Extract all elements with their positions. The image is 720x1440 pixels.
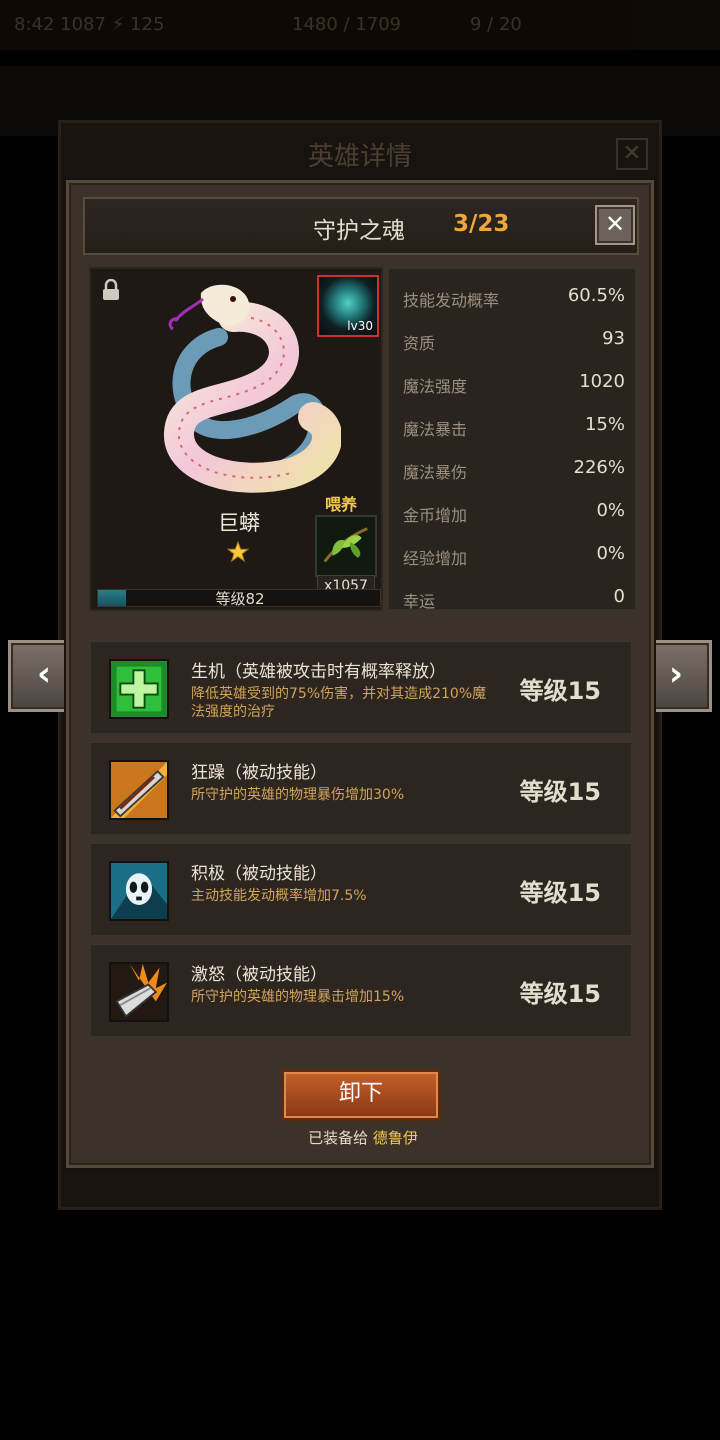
background-title: 英雄详情 bbox=[307, 142, 412, 172]
skill-description: 所守护的英雄的物理暴击增加15% bbox=[191, 989, 405, 1005]
skill-orb-icon[interactable]: lv30 bbox=[317, 275, 379, 337]
skill-level: 等级15 bbox=[519, 677, 601, 705]
skill-row[interactable]: 积极（被动技能） 主动技能发动概率增加7.5% 等级15 bbox=[89, 841, 633, 937]
feed-label: 喂养 bbox=[325, 495, 358, 514]
stat-label: 资质 bbox=[403, 334, 436, 353]
stat-label: 魔法强度 bbox=[403, 377, 468, 396]
flaming-blade-icon[interactable] bbox=[109, 962, 169, 1022]
stat-label: 幸运 bbox=[403, 592, 436, 611]
level-progress-bar: 等级82 bbox=[97, 589, 381, 608]
hero-panel: lv30 巨蟒 喂养 x1057 等级82 bbox=[89, 267, 383, 611]
dialog-header: 守护之魂 3/23 bbox=[83, 197, 639, 255]
stat-label: 魔法暴伤 bbox=[403, 463, 468, 482]
sword-rage-icon[interactable] bbox=[109, 760, 169, 820]
unequip-button[interactable]: 卸下 bbox=[281, 1069, 441, 1121]
stat-value: 60.5% bbox=[567, 285, 625, 306]
dialog-title: 守护之魂 bbox=[313, 218, 405, 244]
status-bar: 8:42 1087 ⚡ 125 1480 / 1709 9 / 20 bbox=[0, 0, 720, 50]
stat-value: 226% bbox=[573, 457, 625, 478]
stats-panel: 技能发动概率 60.5% 资质 93 魔法强度 1020 魔法暴击 15% 魔法暴伤 226% 金币… bbox=[387, 267, 637, 611]
skill-name: 狂躁（被动技能） bbox=[191, 763, 327, 783]
stat-row: 魔法暴伤 226% bbox=[389, 447, 639, 490]
skill-description: 主动技能发动概率增加7.5% bbox=[191, 888, 367, 904]
stat-label: 经验增加 bbox=[403, 549, 468, 568]
stat-label: 魔法暴击 bbox=[403, 420, 468, 439]
stat-value: 0% bbox=[596, 543, 625, 564]
stat-row: 魔法暴击 15% bbox=[389, 404, 639, 447]
star-icon bbox=[227, 541, 249, 563]
stat-label: 技能发动概率 bbox=[403, 291, 500, 310]
hero-level: 等级82 bbox=[215, 590, 265, 608]
equipped-prefix: 已装备给 bbox=[308, 1129, 369, 1147]
skill-description: 所守护的英雄的物理暴伤增加30% bbox=[191, 787, 405, 803]
background-close-icon: ✕ bbox=[616, 138, 648, 170]
status-mid: 1480 / 1709 bbox=[292, 14, 402, 35]
soul-count: 3/23 bbox=[453, 211, 510, 237]
stat-row: 技能发动概率 60.5% bbox=[389, 275, 639, 318]
skill-row[interactable]: 生机（英雄被攻击时有概率释放） 降低英雄受到的75%伤害，并对其造成210%魔法强… bbox=[89, 639, 633, 735]
stat-value: 1020 bbox=[579, 371, 625, 392]
guardian-soul-dialog: 守护之魂 3/23 ✕ lv30 巨蟒 喂养 x1057 等级82 技能发动概率… bbox=[66, 180, 654, 1168]
skill-level: 等级15 bbox=[519, 980, 601, 1008]
lock-icon[interactable] bbox=[101, 279, 121, 301]
heal-cross-icon[interactable] bbox=[109, 659, 169, 719]
skill-row[interactable]: 激怒（被动技能） 所守护的英雄的物理暴击增加15% 等级15 bbox=[89, 942, 633, 1038]
stat-value: 0% bbox=[596, 500, 625, 521]
ghost-mask-icon[interactable] bbox=[109, 861, 169, 921]
stat-value: 15% bbox=[584, 414, 625, 435]
skill-orb-level: lv30 bbox=[347, 319, 373, 333]
feed-item-button[interactable] bbox=[315, 515, 377, 577]
skill-description: 降低英雄受到的75%伤害，并对其造成210%魔法强度的治疗 bbox=[191, 686, 487, 720]
stat-value: 0 bbox=[613, 586, 625, 607]
status-left: 8:42 1087 ⚡ 125 bbox=[14, 14, 165, 35]
skill-name: 生机（英雄被攻击时有概率释放） bbox=[191, 662, 446, 682]
skill-level: 等级15 bbox=[519, 778, 601, 806]
stat-label: 金币增加 bbox=[403, 506, 468, 525]
skill-name: 激怒（被动技能） bbox=[191, 965, 327, 985]
equipped-hero: 德鲁伊 bbox=[372, 1129, 418, 1147]
stat-row: 金币增加 0% bbox=[389, 490, 639, 533]
skill-level: 等级15 bbox=[519, 879, 601, 907]
hero-name: 巨蟒 bbox=[218, 511, 260, 535]
status-right: 9 / 20 bbox=[470, 14, 522, 35]
stat-row: 经验增加 0% bbox=[389, 533, 639, 576]
stat-row: 资质 93 bbox=[389, 318, 639, 361]
skill-name: 积极（被动技能） bbox=[191, 864, 327, 884]
giant-python-image bbox=[164, 284, 341, 493]
stat-row: 幸运 0 bbox=[389, 576, 639, 619]
equipped-info: 已装备给 德鲁伊 bbox=[69, 1127, 657, 1148]
herb-leaf-icon bbox=[323, 527, 368, 563]
close-button[interactable]: ✕ bbox=[595, 205, 635, 245]
stat-value: 93 bbox=[602, 328, 625, 349]
stat-row: 魔法强度 1020 bbox=[389, 361, 639, 404]
skill-row[interactable]: 狂躁（被动技能） 所守护的英雄的物理暴伤增加30% 等级15 bbox=[89, 740, 633, 836]
